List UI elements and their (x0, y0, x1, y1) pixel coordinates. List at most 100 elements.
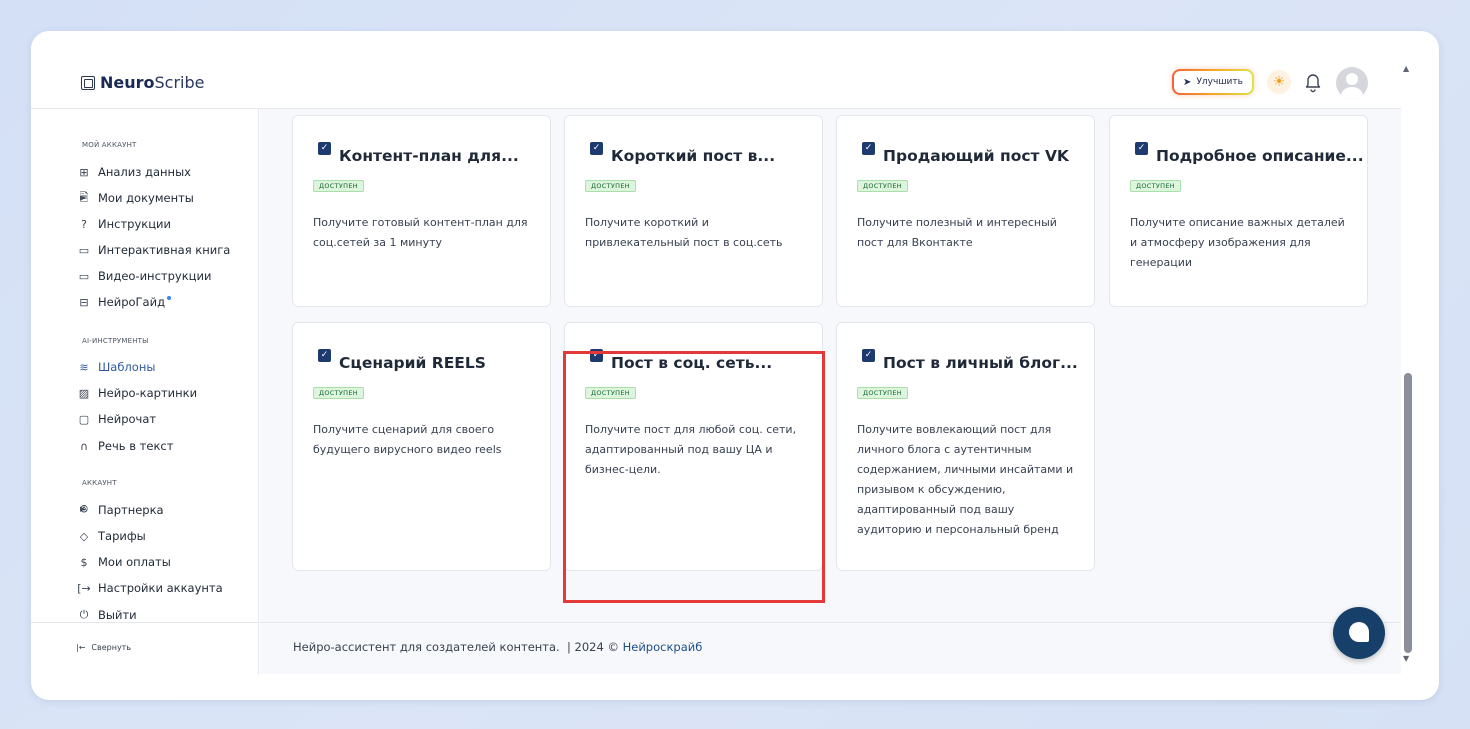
sidebar-item-data-analysis[interactable]: ⊞ Анализ данных (77, 164, 191, 180)
bell-icon[interactable] (1302, 70, 1324, 94)
template-card[interactable]: ✓ Короткий пост в... ДОСТУПЕН Получите к… (564, 115, 823, 307)
sidebar-item-label: Шаблоны (98, 360, 156, 374)
collapse-sidebar-button[interactable]: |← Свернуть (76, 643, 131, 652)
status-badge: ДОСТУПЕН (1130, 180, 1181, 192)
sidebar: МОЙ АККАУНТ ⊞ Анализ данных ▶ 🗎 Мои докуме… (31, 109, 259, 674)
sidebar-footer (31, 622, 259, 674)
selection-highlight (563, 351, 825, 603)
status-badge: ДОСТУПЕН (857, 180, 908, 192)
users-icon: ꔮ (79, 503, 89, 516)
sidebar-item-label: Мои документы (98, 191, 194, 205)
card-title: Продающий пост VK (883, 147, 1069, 165)
scroll-up-arrow-icon[interactable]: ▲ (1403, 64, 1409, 73)
card-description: Получите сценарий для своего будущего ви… (313, 423, 502, 456)
sidebar-item-video-instructions[interactable]: ▭ Видео-инструкции (77, 268, 212, 284)
theme-toggle-sun-icon[interactable]: ☀ (1267, 70, 1291, 94)
collapse-icon: |← (76, 643, 86, 652)
power-icon: ⏻ (79, 608, 89, 621)
template-card[interactable]: ✓ Сценарий REELS ДОСТУПЕН Получите сцена… (292, 322, 551, 571)
logo-text-light: Scribe (154, 73, 205, 92)
sidebar-item-label: Настройки аккаунта (98, 581, 223, 595)
logo-icon (81, 75, 95, 90)
sidebar-item-label: Мои оплаты (98, 555, 171, 569)
new-indicator-dot (167, 296, 172, 300)
dollar-icon: $ (80, 555, 88, 569)
logo-text-bold: Neuro (100, 73, 155, 92)
sidebar-item-instructions[interactable]: ? Инструкции (77, 216, 171, 232)
card-title: Контент-план для... (339, 147, 519, 165)
card-description: Получите полезный и интересный пост для … (857, 216, 1057, 249)
layout-icon: ⊟ (79, 295, 89, 309)
image-icon: ▨ (78, 386, 90, 400)
sidebar-item-label: Нейро-картинки (98, 386, 198, 400)
sidebar-item-neuroguide[interactable]: ⊟ НейроГайд (77, 294, 172, 310)
template-card[interactable]: ✓ Подробное описание... ДОСТУПЕН Получит… (1109, 115, 1368, 307)
checkbox-icon: ✓ (862, 142, 875, 155)
video-icon: ▭ (78, 269, 90, 283)
template-card[interactable]: ✓ Контент-план для... ДОСТУПЕН Получите … (292, 115, 551, 307)
scroll-down-arrow-icon[interactable]: ▼ (1403, 654, 1409, 663)
app-window: Neuro Scribe ➤ Улучшить ☀ МОЙ АККАУНТ ⊞ Ан… (31, 31, 1439, 700)
sidebar-item-label: НейроГайд (98, 295, 166, 309)
top-header: Neuro Scribe ➤ Улучшить ☀ (31, 31, 1401, 109)
footer-divider (260, 622, 1401, 623)
sidebar-item-account-settings[interactable]: [→ Настройки аккаунта (77, 580, 223, 596)
upgrade-button[interactable]: ➤ Улучшить (1172, 69, 1254, 95)
upgrade-label: Улучшить (1196, 77, 1243, 87)
collapse-label: Свернуть (91, 643, 132, 652)
sidebar-item-interactive-book[interactable]: ▭ Интерактивная книга (77, 242, 231, 258)
document-icon: 🗎 (79, 190, 89, 204)
footer-text: Нейро-ассистент для создателей контента.… (293, 640, 623, 654)
rocket-icon: ➤ (1183, 76, 1192, 88)
sidebar-item-logout[interactable]: ⏻ Выйти (77, 607, 137, 623)
grid-icon: ⊞ (79, 165, 89, 179)
logo[interactable]: Neuro Scribe (81, 73, 205, 92)
sidebar-item-templates[interactable]: ≋ Шаблоны (77, 359, 155, 375)
user-avatar[interactable] (1336, 67, 1368, 99)
sidebar-item-label: Анализ данных (98, 165, 191, 179)
main-content: ✓ Контент-план для... ДОСТУПЕН Получите … (260, 109, 1401, 674)
sidebar-item-partners[interactable]: ꔮ Партнерка (77, 502, 164, 518)
section-title-account: АККАУНТ (82, 479, 117, 487)
help-circle-icon: ? (81, 217, 87, 231)
message-icon: ▢ (78, 412, 90, 426)
status-badge: ДОСТУПЕН (585, 180, 636, 192)
sidebar-item-neuro-images[interactable]: ▨ Нейро-картинки (77, 385, 197, 401)
chat-widget-button[interactable] (1333, 607, 1385, 659)
scrollbar-thumb[interactable] (1404, 373, 1412, 653)
sidebar-item-label: Речь в текст (98, 439, 174, 453)
sidebar-item-my-documents[interactable]: 🗎 Мои документы (77, 190, 194, 206)
checkbox-icon: ✓ (590, 142, 603, 155)
card-description: Получите описание важных деталей и атмос… (1130, 216, 1345, 269)
card-title: Пост в личный блог... (883, 354, 1078, 372)
card-description: Получите короткий и привлекательный пост… (585, 216, 783, 249)
sidebar-item-label: Интерактивная книга (98, 243, 231, 257)
checkbox-icon: ✓ (862, 349, 875, 362)
sidebar-item-label: Тарифы (98, 529, 146, 543)
sidebar-item-my-payments[interactable]: $ Мои оплаты (77, 554, 171, 570)
checkbox-icon: ✓ (318, 142, 331, 155)
checkbox-icon: ✓ (318, 349, 331, 362)
card-description: Получите готовый контент-план для соц.се… (313, 216, 528, 249)
login-icon: [→ (77, 581, 91, 595)
sidebar-item-label: Видео-инструкции (98, 269, 212, 283)
card-title: Короткий пост в... (611, 147, 776, 165)
status-badge: ДОСТУПЕН (313, 387, 364, 399)
layers-icon: ≋ (79, 360, 89, 374)
sidebar-item-speech-to-text[interactable]: ∩ Речь в текст (77, 438, 173, 454)
section-title-ai-tools: AI-ИНСТРУМЕНТЫ (82, 337, 149, 345)
sidebar-item-neurochat[interactable]: ▢ Нейрочат (77, 411, 156, 427)
section-title-my-account: МОЙ АККАУНТ (82, 141, 137, 149)
card-title: Сценарий REELS (339, 354, 486, 372)
sidebar-item-label: Выйти (98, 608, 137, 622)
card-description: Получите вовлекающий пост для личного бл… (857, 423, 1074, 536)
book-icon: ▭ (78, 243, 90, 257)
sidebar-item-label: Инструкции (98, 217, 171, 231)
sidebar-item-label: Партнерка (98, 503, 164, 517)
sidebar-item-tariffs[interactable]: ◇ Тарифы (77, 528, 146, 544)
template-card[interactable]: ✓ Продающий пост VK ДОСТУПЕН Получите по… (836, 115, 1095, 307)
tag-icon: ◇ (79, 529, 89, 543)
headphones-icon: ∩ (79, 439, 89, 453)
footer-link[interactable]: Нейроскрайб (623, 640, 703, 654)
template-card[interactable]: ✓ Пост в личный блог... ДОСТУПЕН Получит… (836, 322, 1095, 571)
